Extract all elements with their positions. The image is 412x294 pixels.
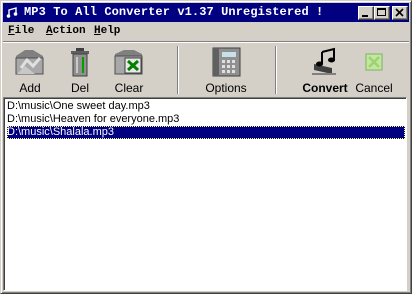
- trash-icon: [71, 48, 89, 77]
- close-icon: [395, 8, 404, 17]
- menu-action[interactable]: Action: [46, 25, 86, 38]
- options-keypad-icon: [212, 47, 241, 77]
- convert-button[interactable]: Convert: [299, 44, 351, 96]
- menu-file[interactable]: File: [8, 25, 34, 38]
- file-list[interactable]: D:\music\One sweet day.mp3 D:\music\Heav…: [3, 97, 407, 291]
- window-title: MP3 To All Converter v1.37 Unregistered …: [24, 5, 324, 19]
- add-label: Add: [19, 81, 41, 95]
- del-label: Del: [70, 81, 89, 95]
- options-button[interactable]: Options: [201, 44, 251, 96]
- menu-file-label: ile: [14, 25, 35, 37]
- list-item-selected[interactable]: D:\music\Shalala.mp3: [7, 126, 405, 139]
- close-button[interactable]: [392, 6, 408, 20]
- menu-separator: [3, 41, 409, 43]
- toolbar-separator: [275, 46, 277, 94]
- title-bar[interactable]: MP3 To All Converter v1.37 Unregistered …: [3, 3, 409, 22]
- convert-label: Convert: [302, 81, 348, 95]
- cancel-icon: [365, 53, 383, 71]
- menu-help[interactable]: Help: [94, 25, 120, 38]
- add-button[interactable]: Add: [7, 44, 53, 96]
- app-window: MP3 To All Converter v1.37 Unregistered …: [0, 0, 412, 294]
- menu-action-label: ction: [52, 25, 86, 37]
- menu-file-accel: F: [8, 25, 15, 37]
- clear-label: Clear: [114, 81, 144, 95]
- toolbar: Add Del Clear Options Convert Cancel: [3, 44, 409, 96]
- minimize-button[interactable]: [358, 6, 374, 20]
- clear-folder-icon: [114, 50, 143, 75]
- menu-action-accel: A: [46, 25, 53, 37]
- minimize-icon: [362, 15, 368, 17]
- cancel-label: Cancel: [355, 81, 393, 95]
- list-item[interactable]: D:\music\One sweet day.mp3: [7, 100, 405, 113]
- menu-help-label: elp: [100, 25, 121, 37]
- options-label: Options: [205, 81, 247, 95]
- list-item[interactable]: D:\music\Heaven for everyone.mp3: [7, 113, 405, 126]
- del-button[interactable]: Del: [57, 44, 103, 96]
- clear-button[interactable]: Clear: [106, 44, 152, 96]
- menu-bar: File Action Help: [3, 23, 409, 40]
- toolbar-separator: [177, 46, 179, 94]
- menu-help-accel: H: [94, 25, 101, 37]
- maximize-button[interactable]: [374, 6, 390, 20]
- music-note-icon: [312, 47, 336, 75]
- cancel-button[interactable]: Cancel: [352, 44, 396, 96]
- maximize-icon: [377, 8, 386, 16]
- add-folder-icon: [15, 50, 44, 75]
- app-icon: [6, 6, 21, 19]
